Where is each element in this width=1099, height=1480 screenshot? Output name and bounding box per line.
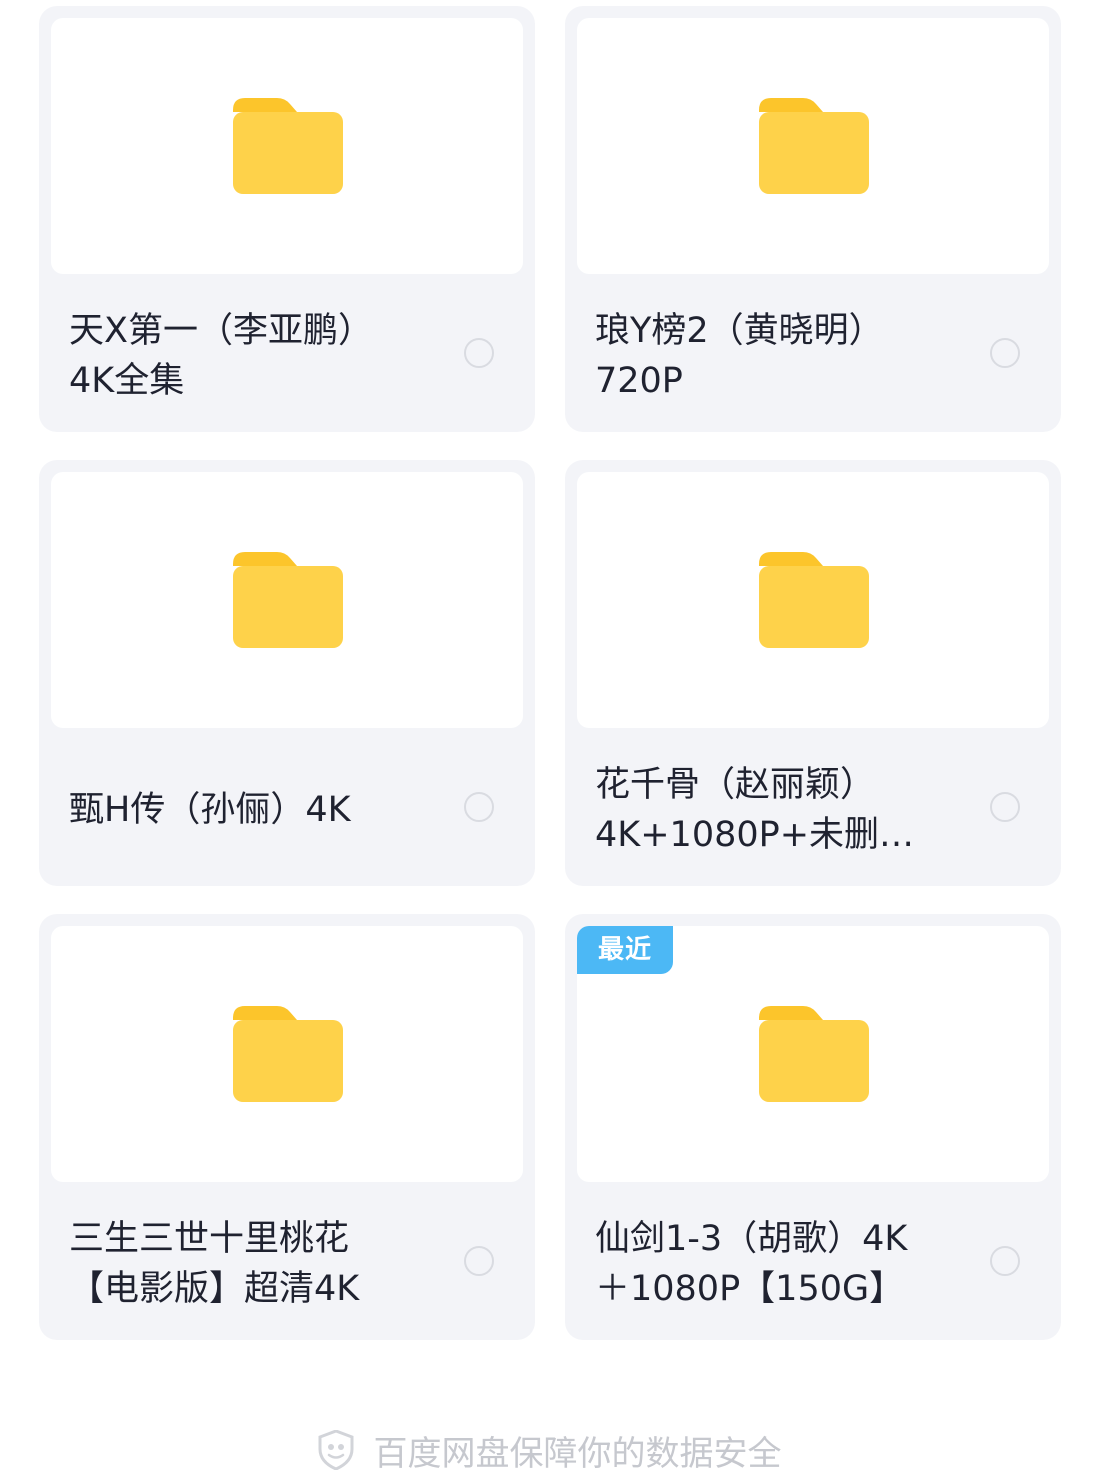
folder-thumbnail[interactable] <box>51 18 523 274</box>
folder-name: 三生三世十里桃花 【电影版】超清4K <box>69 1194 449 1334</box>
folder-name-line2: 4K全集 <box>69 361 185 401</box>
folder-thumbnail[interactable] <box>51 472 523 728</box>
recent-badge: 最近 <box>577 926 673 974</box>
security-footer: 百度网盘保障你的数据安全 <box>0 1420 1099 1480</box>
folder-thumbnail[interactable]: 最近 <box>577 926 1049 1182</box>
folder-name-line2: 4K+1080P+未删… <box>595 815 915 855</box>
footer-text: 百度网盘保障你的数据安全 <box>373 1433 782 1474</box>
folder-name: 仙剑1-3（胡歌）4K ＋1080P【150G】 <box>595 1194 975 1334</box>
folder-name-line2: ＋1080P【150G】 <box>595 1269 905 1309</box>
folder-icon <box>233 1006 343 1102</box>
folder-name: 天X第一（李亚鹏） 4K全集 <box>69 286 449 426</box>
folder-name: 花千骨（赵丽颖） 4K+1080P+未删… <box>595 740 975 880</box>
folder-thumbnail[interactable] <box>577 18 1049 274</box>
folder-name-line1: 琅Y榜2（黄晓明） <box>595 311 884 351</box>
folder-name-line1: 三生三世十里桃花 <box>69 1219 350 1259</box>
folder-name-line1: 仙剑1-3（胡歌）4K <box>595 1219 908 1259</box>
folder-card[interactable]: 甄H传（孙俪）4K <box>39 460 535 886</box>
folder-name-line1: 甄H传（孙俪）4K <box>69 790 351 830</box>
folder-name-line2: 【电影版】超清4K <box>69 1269 360 1309</box>
select-radio[interactable] <box>990 338 1020 368</box>
select-radio[interactable] <box>990 792 1020 822</box>
folder-name-line1: 天X第一（李亚鹏） <box>69 311 373 351</box>
folder-grid: 天X第一（李亚鹏） 4K全集 琅Y榜2（黄晓明） 720P 甄H传（孙俪）4K <box>39 6 1061 1340</box>
folder-name-line1: 花千骨（赵丽颖） <box>595 765 876 805</box>
folder-icon <box>233 552 343 648</box>
select-radio[interactable] <box>990 1246 1020 1276</box>
folder-thumbnail[interactable] <box>577 472 1049 728</box>
folder-icon <box>233 98 343 194</box>
select-radio[interactable] <box>464 338 494 368</box>
folder-icon <box>759 1006 869 1102</box>
folder-card[interactable]: 花千骨（赵丽颖） 4K+1080P+未删… <box>565 460 1061 886</box>
folder-card[interactable]: 最近 仙剑1-3（胡歌）4K ＋1080P【150G】 <box>565 914 1061 1340</box>
folder-card[interactable]: 天X第一（李亚鹏） 4K全集 <box>39 6 535 432</box>
folder-thumbnail[interactable] <box>51 926 523 1182</box>
folder-card[interactable]: 三生三世十里桃花 【电影版】超清4K <box>39 914 535 1340</box>
folder-icon <box>759 98 869 194</box>
folder-name: 甄H传（孙俪）4K <box>69 740 449 880</box>
shield-icon <box>318 1430 353 1470</box>
folder-icon <box>759 552 869 648</box>
select-radio[interactable] <box>464 792 494 822</box>
select-radio[interactable] <box>464 1246 494 1276</box>
folder-name-line2: 720P <box>595 361 683 401</box>
folder-card[interactable]: 琅Y榜2（黄晓明） 720P <box>565 6 1061 432</box>
folder-name: 琅Y榜2（黄晓明） 720P <box>595 286 975 426</box>
